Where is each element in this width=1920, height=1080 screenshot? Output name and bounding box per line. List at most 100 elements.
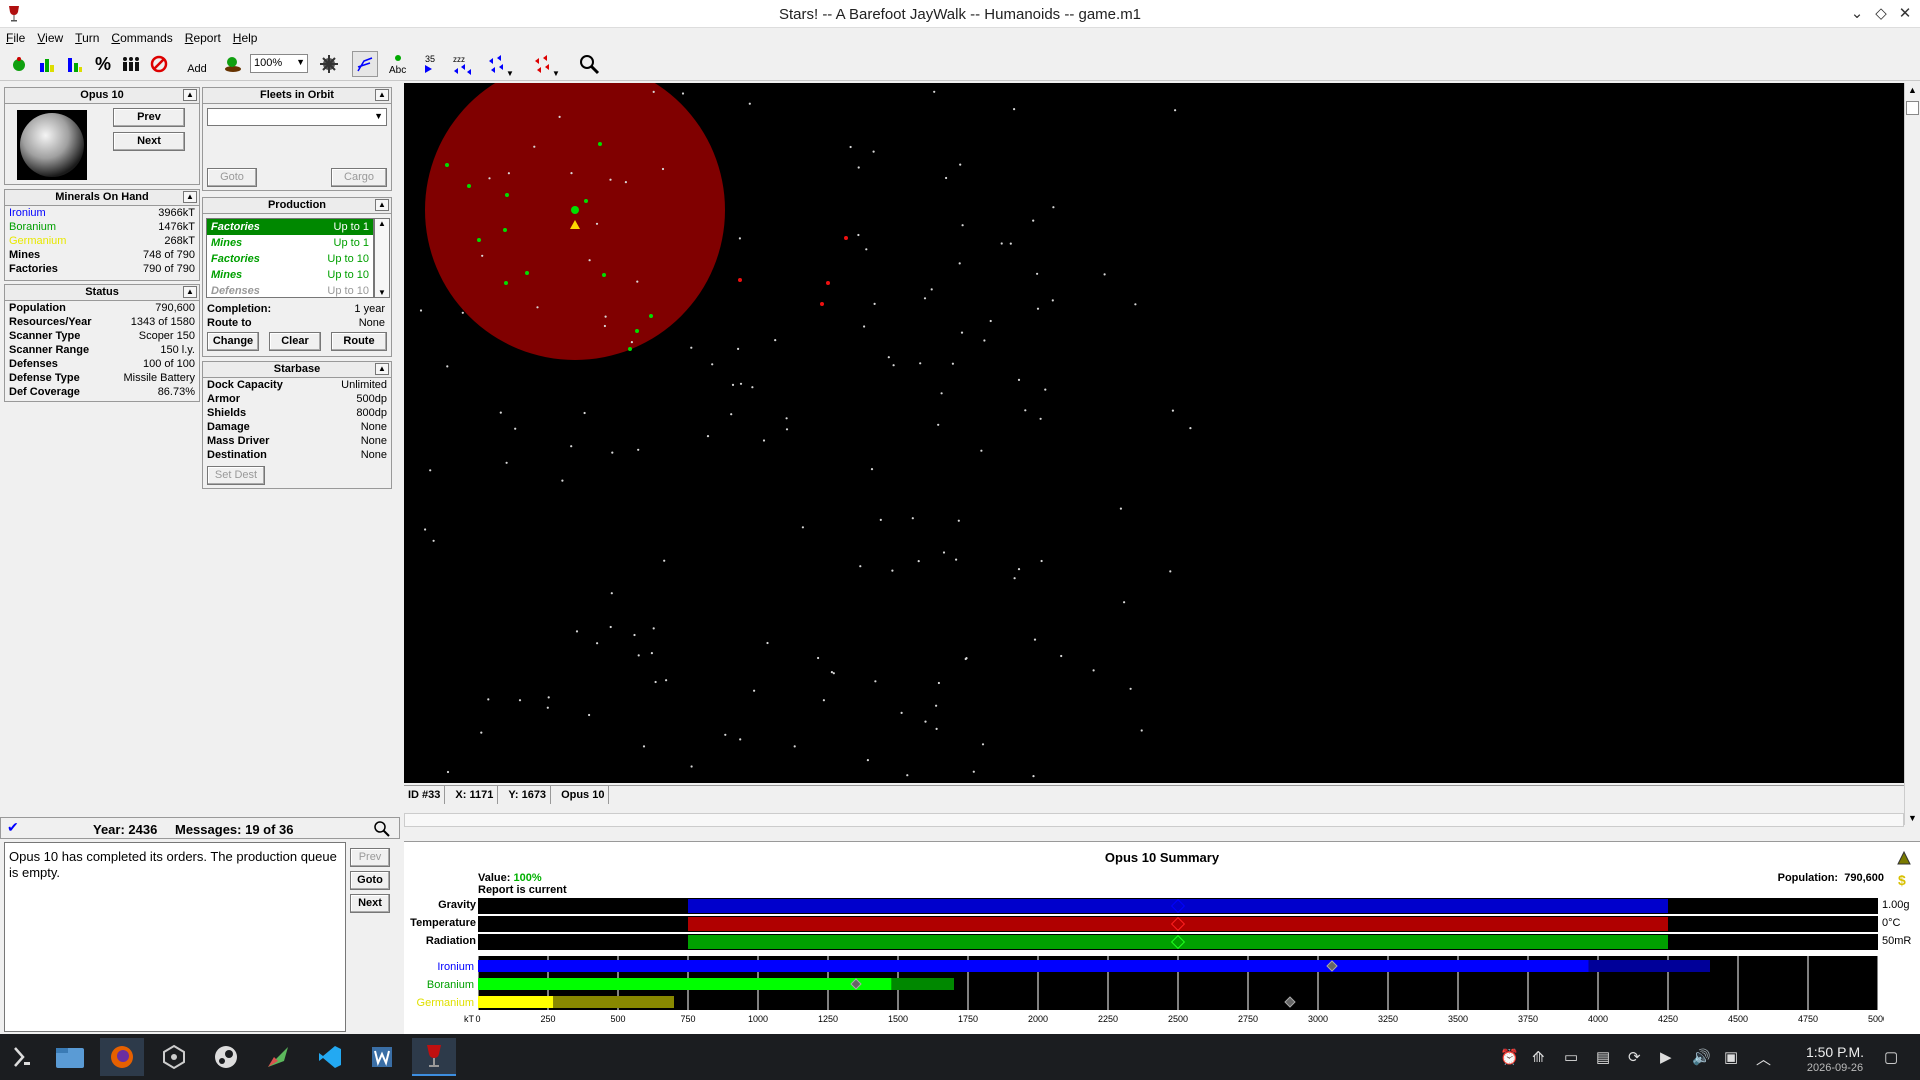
star[interactable] [989,319,992,323]
star[interactable] [739,382,743,385]
minimize-panel-icon[interactable]: ▲ [183,89,197,101]
star[interactable] [1140,729,1143,732]
minimize-panel-icon[interactable]: ▲ [375,199,389,211]
vscode-icon[interactable] [308,1038,352,1076]
star[interactable] [793,745,796,748]
ship-design-icon[interactable] [220,51,246,77]
star[interactable] [935,727,938,731]
star[interactable] [642,745,646,748]
fleet-select[interactable]: ▼ [207,108,387,126]
star[interactable] [857,233,860,237]
star[interactable] [654,680,657,684]
star[interactable] [1013,108,1016,111]
chevron-down-icon[interactable]: ▼ [375,288,389,297]
star[interactable] [961,224,964,227]
map-horizontal-scrollbar[interactable] [404,813,1904,827]
star[interactable] [863,325,866,328]
queue-item[interactable]: Mines Up to 10 [207,267,373,283]
star[interactable] [536,306,539,309]
percent-icon[interactable]: % [90,51,116,77]
star[interactable] [706,435,710,438]
star[interactable] [558,115,561,118]
show-desktop-icon[interactable]: ▢ [1884,1048,1898,1066]
selected-planet-opus-10[interactable] [571,206,579,214]
planet-view-icon[interactable] [6,51,32,77]
owned-planet[interactable] [584,199,588,203]
star[interactable] [857,166,860,169]
chevron-down-icon[interactable]: ▼ [1905,813,1920,823]
star[interactable] [965,657,968,660]
star[interactable] [1051,299,1054,302]
star[interactable] [983,339,986,342]
star[interactable] [874,680,877,683]
star[interactable] [865,248,868,251]
star[interactable] [906,774,909,777]
star[interactable] [1189,427,1192,430]
star[interactable] [652,90,655,93]
minimize-panel-icon[interactable]: ▲ [183,191,197,203]
star[interactable] [1060,654,1063,658]
change-button[interactable]: Change [207,332,259,351]
star[interactable] [665,679,668,682]
queue-item[interactable]: Factories Up to 10 [207,251,373,267]
enemy-planet[interactable] [844,236,848,240]
star[interactable] [1134,303,1137,306]
star[interactable] [533,145,536,148]
star[interactable] [892,364,895,367]
alarm-icon[interactable]: ⏰ [1500,1048,1519,1066]
3d-app-icon[interactable] [152,1038,196,1076]
star[interactable] [611,451,614,454]
mine-field-icon[interactable] [316,51,342,77]
star[interactable] [933,90,936,93]
menu-view[interactable]: View [31,29,69,45]
star[interactable] [595,222,599,225]
idle-fleets-icon[interactable]: zzz [450,51,476,77]
planet-names-icon[interactable]: Abc [386,51,412,77]
star[interactable] [959,163,962,166]
star[interactable] [487,698,490,701]
star[interactable] [951,362,955,365]
star[interactable] [911,517,914,520]
star[interactable] [849,145,852,149]
star[interactable] [633,633,636,637]
star[interactable] [1103,273,1106,276]
star[interactable] [663,559,666,562]
star[interactable] [1129,687,1132,690]
star[interactable] [1000,242,1003,245]
star[interactable] [661,167,665,171]
star[interactable] [891,569,894,572]
star[interactable] [887,356,890,359]
queue-scrollbar[interactable]: ▲ ▼ [374,218,390,298]
close-button[interactable]: ✕ [1894,4,1916,24]
owned-planet[interactable] [505,193,509,197]
clear-button[interactable]: Clear [269,332,321,351]
star[interactable] [766,641,769,645]
star[interactable] [546,706,549,709]
star[interactable] [879,518,882,521]
star[interactable] [570,445,573,448]
start-menu-icon[interactable] [0,1038,44,1076]
search-icon[interactable] [576,51,602,77]
next-message-button[interactable]: Next [350,894,390,913]
cargo-button[interactable]: Cargo [331,168,387,187]
star[interactable] [461,311,464,314]
star[interactable] [924,720,927,723]
star[interactable] [507,172,510,175]
star[interactable] [981,743,985,746]
surface-minerals-icon[interactable] [34,51,60,77]
search-icon[interactable] [373,820,393,837]
star[interactable] [748,102,751,105]
star[interactable] [923,297,927,300]
star[interactable] [1032,775,1035,778]
star[interactable] [832,672,835,675]
stars-taskbar-icon[interactable] [412,1038,456,1076]
star[interactable] [873,302,876,305]
checkmark-icon[interactable]: ✔ [7,819,19,836]
galaxy-map[interactable] [404,83,1904,783]
queue-item[interactable]: Mines Up to 1 [207,235,373,251]
star[interactable] [604,315,607,318]
scroll-thumb[interactable] [1906,101,1919,115]
queue-item[interactable]: Factories Up to 1 [207,219,373,235]
star[interactable] [1123,601,1126,604]
clock-time[interactable]: 1:50 P.M. [1780,1044,1890,1060]
